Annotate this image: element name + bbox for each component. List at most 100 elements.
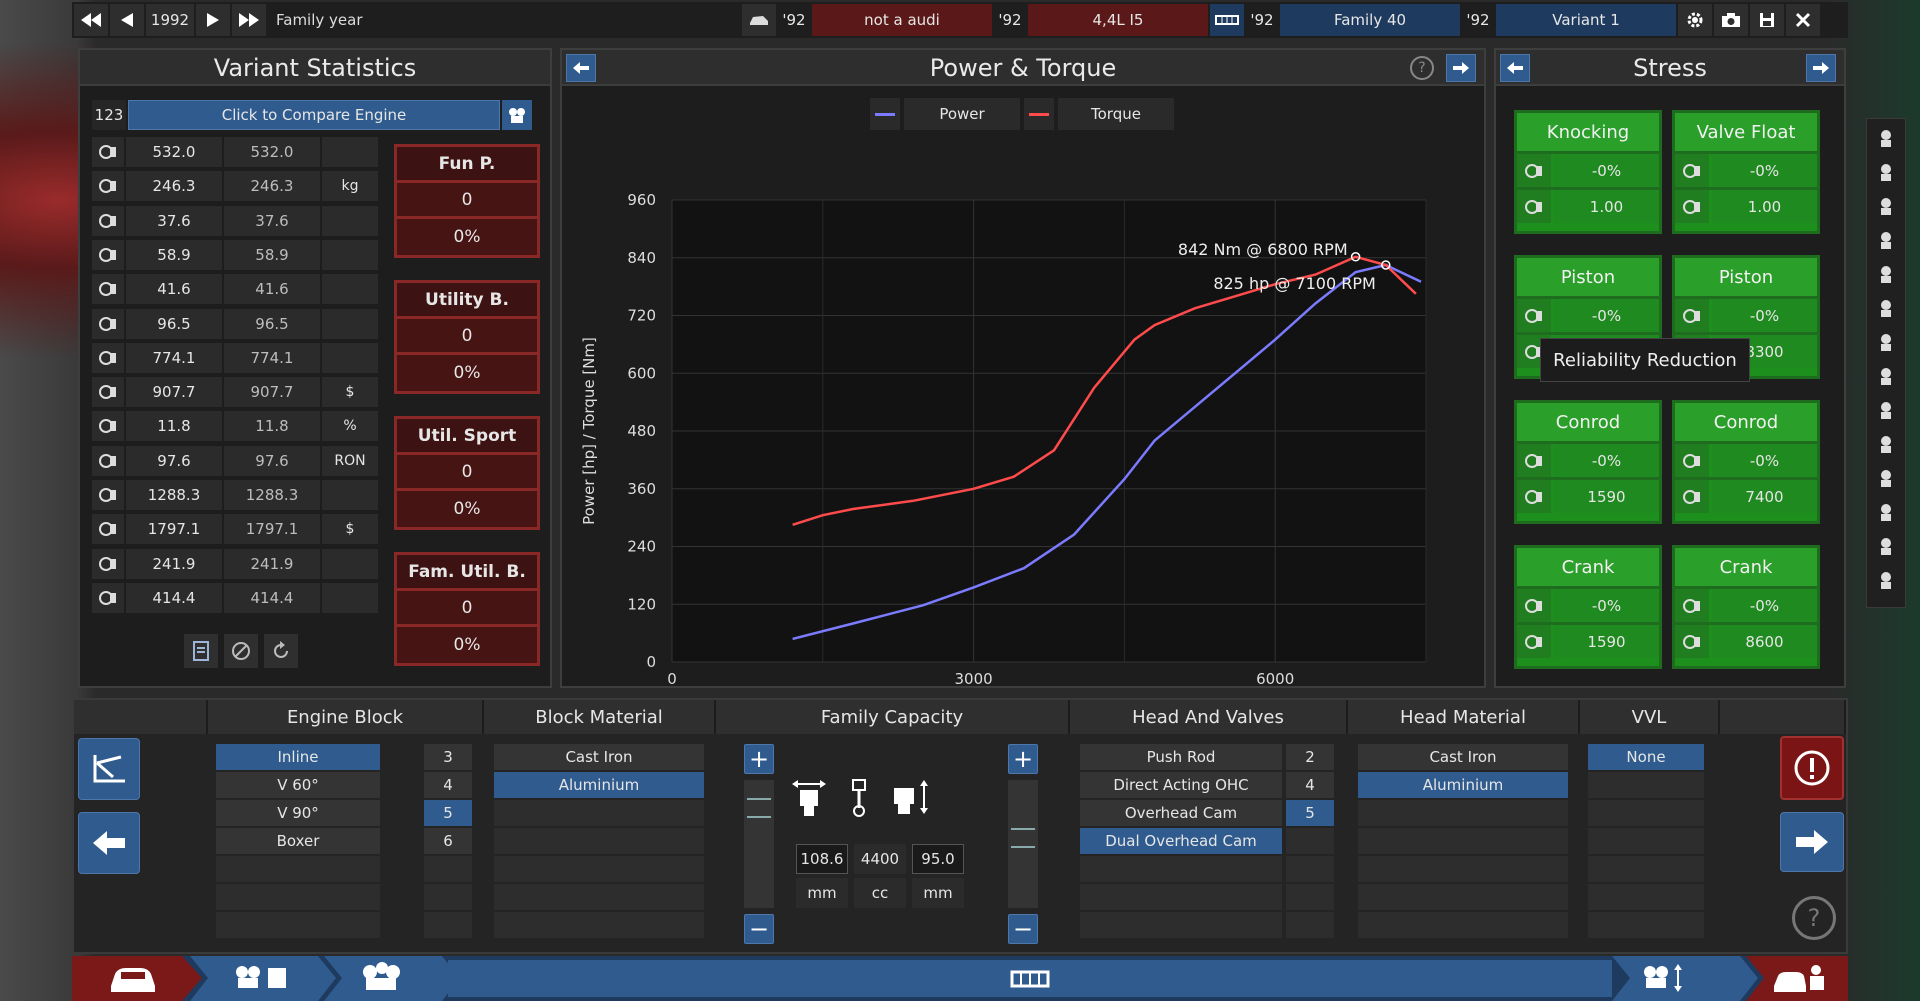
- tool-plug[interactable]: [1871, 531, 1901, 561]
- list-item[interactable]: Overhead Cam: [1080, 800, 1282, 826]
- tool-pipe[interactable]: [1871, 395, 1901, 425]
- tool-fan[interactable]: [1871, 327, 1901, 357]
- tool-parts[interactable]: [1871, 463, 1901, 493]
- list-item[interactable]: V 60°: [216, 772, 380, 798]
- reset-button[interactable]: [264, 634, 298, 668]
- list-item[interactable]: 4: [1286, 772, 1334, 798]
- back-button[interactable]: [78, 812, 140, 874]
- tool-sheet[interactable]: [1871, 497, 1901, 527]
- power-legend-label[interactable]: Power: [904, 98, 1020, 130]
- engine-name[interactable]: 4,4L I5: [1028, 4, 1208, 36]
- arrow-left-icon: [93, 831, 125, 855]
- list-item[interactable]: Cast Iron: [1358, 744, 1568, 770]
- list-item[interactable]: Inline: [216, 744, 380, 770]
- list-empty-row: [1358, 828, 1568, 854]
- list-item[interactable]: Boxer: [216, 828, 380, 854]
- torque-legend-label[interactable]: Torque: [1058, 98, 1174, 130]
- tool-move[interactable]: [1871, 565, 1901, 595]
- list-item[interactable]: Direct Acting OHC: [1080, 772, 1282, 798]
- tool-walker[interactable]: [1871, 123, 1901, 153]
- car-engine-tab[interactable]: [1772, 962, 1826, 994]
- bore-slider[interactable]: + −: [744, 744, 774, 944]
- stroke-slider[interactable]: + −: [1008, 744, 1038, 944]
- stroke-slider-handle[interactable]: [1011, 828, 1035, 848]
- save-button[interactable]: [1750, 4, 1784, 36]
- stroke-minus-button[interactable]: −: [1008, 914, 1038, 944]
- list-item[interactable]: Aluminium: [494, 772, 704, 798]
- list-item[interactable]: 6: [424, 828, 472, 854]
- clear-button[interactable]: [224, 634, 258, 668]
- tool-piston[interactable]: [1871, 191, 1901, 221]
- fast-forward-button[interactable]: [232, 4, 266, 36]
- camera-button[interactable]: [1714, 4, 1748, 36]
- speedometer-icon: [99, 145, 116, 159]
- compare-engine-button[interactable]: Click to Compare Engine: [128, 100, 500, 130]
- list-item[interactable]: 4: [424, 772, 472, 798]
- compare-engine-icon-button[interactable]: [502, 100, 532, 130]
- plug-icon: [1881, 538, 1891, 555]
- help-icon[interactable]: ?: [1792, 896, 1836, 940]
- list-item[interactable]: Dual Overhead Cam: [1080, 828, 1282, 854]
- model-name[interactable]: not a audi: [812, 4, 992, 36]
- torque-legend-swatch[interactable]: [1024, 98, 1054, 130]
- forward-button[interactable]: [1780, 812, 1844, 872]
- tool-engine-cluster[interactable]: [1871, 225, 1901, 255]
- stat-row: 1288.3 1288.3: [92, 479, 378, 511]
- notes-button[interactable]: [184, 634, 218, 668]
- variant-name[interactable]: Variant 1: [1496, 4, 1676, 36]
- stress-prev-button[interactable]: [1500, 54, 1530, 82]
- help-icon[interactable]: ?: [1410, 56, 1434, 80]
- list-item[interactable]: Aluminium: [1358, 772, 1568, 798]
- list-item[interactable]: V 90°: [216, 800, 380, 826]
- graph-view-button[interactable]: [78, 738, 140, 800]
- stat-compare-value: 97.6: [224, 445, 320, 476]
- bore-plus-button[interactable]: +: [744, 744, 774, 774]
- list-item[interactable]: None: [1588, 744, 1704, 770]
- list-item[interactable]: 5: [1286, 800, 1334, 826]
- vvl-header: VVL: [1580, 700, 1720, 734]
- stat-row: 532.0 532.0: [92, 136, 378, 168]
- engine-designer-tab[interactable]: [358, 962, 404, 994]
- bore-slider-handle[interactable]: [747, 798, 771, 818]
- engine-test-tab[interactable]: [1640, 962, 1690, 994]
- stat-row: 37.6 37.6: [92, 205, 378, 237]
- x-tick-label: 0: [667, 670, 677, 688]
- engine-icon: [99, 213, 116, 228]
- prev-year-button[interactable]: [110, 4, 144, 36]
- tool-exhaust[interactable]: [1871, 361, 1901, 391]
- bore-value[interactable]: 108.6: [796, 844, 848, 874]
- model-year: '92: [782, 11, 806, 29]
- car-model-icon[interactable]: [742, 4, 776, 36]
- stat-compare-value: 246.3: [224, 171, 320, 202]
- tool-turbo[interactable]: [1871, 259, 1901, 289]
- chart-prev-button[interactable]: [566, 54, 596, 82]
- stress-next-button[interactable]: [1806, 54, 1836, 82]
- engine-files-tab[interactable]: [232, 964, 292, 992]
- family-icon[interactable]: [1210, 4, 1244, 36]
- bore-minus-button[interactable]: −: [744, 914, 774, 944]
- settings-button[interactable]: [1678, 4, 1712, 36]
- score-percent: 0%: [453, 635, 481, 655]
- rewind-button[interactable]: [74, 4, 108, 36]
- stroke-plus-button[interactable]: +: [1008, 744, 1038, 774]
- list-item[interactable]: 3: [424, 744, 472, 770]
- list-item[interactable]: 2: [1286, 744, 1334, 770]
- list-item[interactable]: 5: [424, 800, 472, 826]
- car-designer-tab[interactable]: [108, 962, 158, 994]
- chart-next-button[interactable]: [1446, 54, 1476, 82]
- list-item[interactable]: Push Rod: [1080, 744, 1282, 770]
- warning-button[interactable]: [1780, 736, 1844, 800]
- tool-box[interactable]: [1871, 429, 1901, 459]
- family-name[interactable]: Family 40: [1280, 4, 1460, 36]
- engine-stress-icon: [1683, 453, 1700, 468]
- turbo-icon: [1881, 266, 1891, 283]
- list-item[interactable]: Cast Iron: [494, 744, 704, 770]
- next-year-button[interactable]: [196, 4, 230, 36]
- tool-filter[interactable]: [1871, 293, 1901, 323]
- tool-wrench[interactable]: [1871, 157, 1901, 187]
- close-button[interactable]: [1786, 4, 1820, 36]
- stress-tile: Valve Float -0% 1.00: [1672, 110, 1820, 234]
- family-tab[interactable]: [448, 960, 1612, 997]
- stroke-value[interactable]: 95.0: [912, 844, 964, 874]
- power-legend-swatch[interactable]: [870, 98, 900, 130]
